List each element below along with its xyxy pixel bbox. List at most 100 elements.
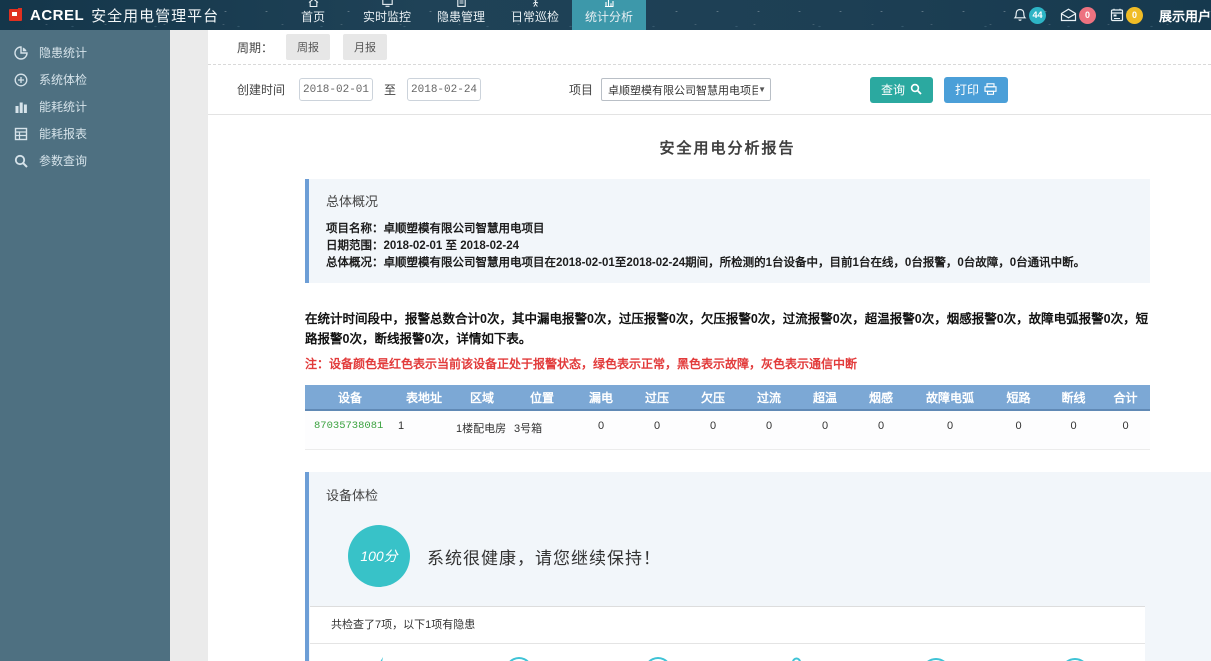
cell-meter-address: 1 — [395, 410, 453, 450]
alarm-stats-paragraph: 在统计时间段中，报警总数合计0次，其中漏电报警0次，过压报警0次，欠压报警0次，… — [305, 309, 1150, 349]
col-total: 合计 — [1101, 385, 1150, 410]
sidebar-item-hazard-stats[interactable]: 隐患统计 — [0, 39, 170, 66]
col-overvoltage: 过压 — [629, 385, 685, 410]
check-summary: 共检查了7项，以下1项有隐患 — [310, 607, 1145, 644]
task-button[interactable]: 0 — [1110, 7, 1143, 24]
project-select-value: 卓顺塑模有限公司智慧用电项目 — [608, 82, 758, 98]
cell-overvoltage: 0 — [629, 410, 685, 450]
period-label: 周期： — [237, 39, 273, 56]
table-header-row: 设备 表地址 区域 位置 漏电 过压 欠压 过流 超温 烟感 故障电弧 短路 断… — [305, 385, 1150, 410]
overview-project-name: 项目名称：卓顺塑模有限公司智慧用电项目 — [326, 221, 1132, 238]
project-label: 项目 — [569, 81, 593, 98]
sidebar-item-label: 参数查询 — [39, 152, 87, 169]
col-leakage: 漏电 — [573, 385, 629, 410]
chevron-down-icon: ▼ — [758, 85, 766, 94]
sidebar-item-label: 能耗统计 — [39, 98, 87, 115]
sidebar-item-label: 隐患统计 — [39, 44, 87, 61]
cell-total: 0 — [1101, 410, 1150, 450]
device-color-note: 注：设备颜色是红色表示当前该设备正处于报警状态，绿色表示正常，黑色表示故障，灰色… — [305, 355, 1150, 372]
brand-name: ACREL — [30, 7, 84, 24]
bar-chart-icon — [13, 99, 29, 115]
print-button[interactable]: 打印 — [944, 77, 1008, 103]
device-id-link[interactable]: 87035738081 — [305, 410, 395, 450]
project-select[interactable]: 卓顺塑模有限公司智慧用电项目 ▼ — [601, 78, 771, 101]
date-from-input[interactable] — [299, 78, 373, 101]
print-button-label: 打印 — [955, 81, 979, 98]
monthly-report-button[interactable]: 月报 — [343, 34, 387, 60]
alarm-count-badge[interactable]: 44 — [1029, 7, 1046, 24]
sidebar-item-param-query[interactable]: 参数查询 — [0, 147, 170, 174]
home-icon — [308, 0, 319, 7]
leakage-bolt-icon — [310, 657, 449, 661]
nav-item-label: 实时监控 — [363, 8, 411, 25]
cell-location: 3号箱 — [511, 410, 573, 450]
col-region: 区域 — [453, 385, 511, 410]
acrel-logo-icon — [9, 8, 24, 22]
nav-item-label: 统计分析 — [585, 8, 633, 25]
create-time-label: 创建时间 — [237, 81, 285, 98]
sidebar: 隐患统计 系统体检 能耗统计 能耗报表 参数查询 — [0, 30, 170, 661]
report-area: 安全用电分析报告 总体概况 项目名称：卓顺塑模有限公司智慧用电项目 日期范围：2… — [208, 137, 1211, 661]
col-short-circuit: 短路 — [991, 385, 1046, 410]
circle-plus-icon — [13, 72, 29, 88]
app-title: 安全用电管理平台 — [91, 5, 219, 26]
user-menu[interactable]: 展示用户 — [1159, 6, 1211, 25]
cell-line-break: 0 — [1046, 410, 1101, 450]
col-smoke: 烟感 — [853, 385, 909, 410]
table-row: 87035738081 1 1楼配电房 3号箱 0 0 0 0 0 0 0 0 … — [305, 410, 1150, 450]
patrol-person-icon — [531, 0, 540, 7]
col-undervoltage: 欠压 — [685, 385, 741, 410]
health-icons-row: V A — [310, 644, 1145, 661]
cell-smoke: 0 — [853, 410, 909, 450]
date-to-input[interactable] — [407, 78, 481, 101]
health-message: 系统很健康，请您继续保持！ — [427, 544, 661, 569]
message-count-badge[interactable]: 0 — [1079, 7, 1096, 24]
nav-item-hazard[interactable]: 隐患管理 — [424, 0, 498, 30]
col-overcurrent: 过流 — [741, 385, 797, 410]
sidebar-item-system-check[interactable]: 系统体检 — [0, 66, 170, 93]
overview-section: 总体概况 项目名称：卓顺塑模有限公司智慧用电项目 日期范围：2018-02-01… — [305, 179, 1150, 283]
arc-fault-icon — [1006, 657, 1145, 661]
overview-summary: 总体概况：卓顺塑模有限公司智慧用电项目在2018-02-01至2018-02-2… — [326, 255, 1132, 272]
search-icon — [13, 153, 29, 169]
sidebar-item-energy-stats[interactable]: 能耗统计 — [0, 93, 170, 120]
to-label: 至 — [384, 81, 396, 98]
calendar-icon — [1110, 8, 1124, 22]
nav-item-patrol[interactable]: 日常巡检 — [498, 0, 572, 30]
sidebar-item-energy-report[interactable]: 能耗报表 — [0, 120, 170, 147]
task-count-badge[interactable]: 0 — [1126, 7, 1143, 24]
top-navbar: ACREL 安全用电管理平台 首页 实时监控 隐患管理 日常巡检 — [0, 0, 1211, 30]
temperature-icon — [728, 657, 867, 661]
printer-icon — [984, 83, 997, 97]
period-filter-row: 周期： 周报 月报 — [208, 30, 1211, 65]
weekly-report-button[interactable]: 周报 — [286, 34, 330, 60]
col-line-break: 断线 — [1046, 385, 1101, 410]
health-score-row: 100分 系统很健康，请您继续保持！ — [309, 514, 1211, 598]
overview-date-range: 日期范围：2018-02-01 至 2018-02-24 — [326, 238, 1132, 255]
smoke-icon — [867, 657, 1006, 661]
health-check-box: 共检查了7项，以下1项有隐患 V A — [310, 606, 1145, 661]
cell-arc-fault: 0 — [909, 410, 991, 450]
query-button[interactable]: 查询 — [870, 77, 933, 103]
nav-item-monitor[interactable]: 实时监控 — [350, 0, 424, 30]
query-button-label: 查询 — [881, 81, 905, 98]
cell-overcurrent: 0 — [741, 410, 797, 450]
monitor-icon — [382, 0, 393, 7]
sidebar-item-label: 系统体检 — [39, 71, 87, 88]
cell-short-circuit: 0 — [991, 410, 1046, 450]
query-filter-row: 创建时间 至 项目 卓顺塑模有限公司智慧用电项目 ▼ 查询 打印 — [208, 65, 1211, 115]
current-icon: A — [588, 657, 727, 661]
main-nav: 首页 实时监控 隐患管理 日常巡检 统计分析 — [276, 0, 646, 30]
main-area: 周期： 周报 月报 创建时间 至 项目 卓顺塑模有限公司智慧用电项目 ▼ 查询 … — [170, 30, 1211, 661]
overview-section-title: 总体概况 — [326, 191, 1132, 210]
alarm-bell-button[interactable]: 44 — [1013, 7, 1046, 24]
pie-chart-icon — [13, 45, 29, 61]
nav-item-home[interactable]: 首页 — [276, 0, 350, 30]
message-button[interactable]: 0 — [1060, 7, 1096, 24]
envelope-icon — [1060, 8, 1077, 22]
col-meter-address: 表地址 — [395, 385, 453, 410]
health-score-badge: 100分 — [348, 525, 410, 587]
nav-item-label: 隐患管理 — [437, 8, 485, 25]
clipboard-icon — [457, 0, 466, 7]
nav-item-statistics[interactable]: 统计分析 — [572, 0, 646, 30]
